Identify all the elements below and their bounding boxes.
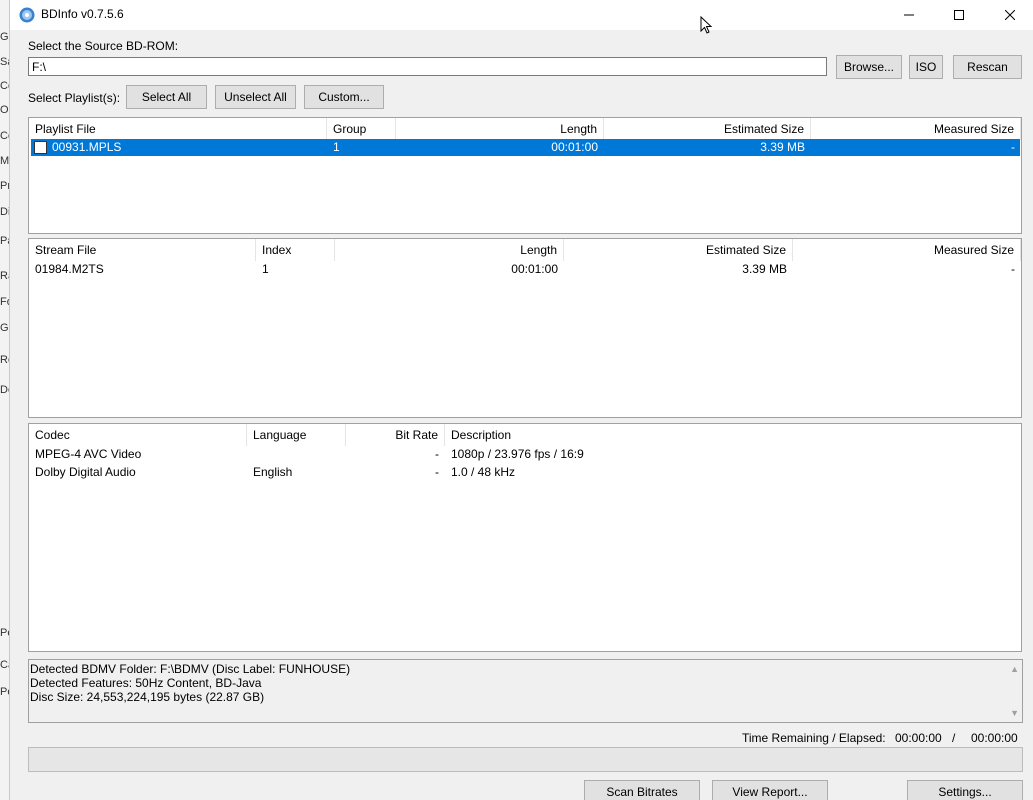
bg-fragment: Sa: [0, 56, 9, 68]
column-header-language[interactable]: Language: [247, 424, 346, 446]
browse-button[interactable]: Browse...: [836, 55, 902, 79]
column-header-codec[interactable]: Codec: [29, 424, 247, 446]
bg-fragment: Pr: [0, 180, 10, 192]
codec-cell[interactable]: Dolby Digital Audio: [29, 464, 247, 481]
log-line: Detected Features: 50Hz Content, BD-Java: [30, 676, 262, 690]
measured-size-cell: -: [1011, 140, 1015, 154]
source-path-input[interactable]: [28, 57, 827, 76]
maximize-button[interactable]: [936, 0, 982, 30]
bg-fragment: Ge: [0, 31, 9, 43]
view-report-button[interactable]: View Report...: [712, 780, 828, 800]
language-cell[interactable]: English: [247, 464, 346, 481]
bit-rate-cell[interactable]: -: [346, 464, 445, 481]
bg-fragment: Pe: [0, 627, 9, 639]
bg-fragment: De: [0, 384, 9, 396]
mouse-cursor-icon: [700, 16, 712, 34]
description-cell[interactable]: 1080p / 23.976 fps / 16:9: [445, 446, 1021, 463]
scan-bitrates-button[interactable]: Scan Bitrates: [584, 780, 700, 800]
close-button[interactable]: [987, 0, 1033, 30]
scroll-down-icon[interactable]: ▼: [1010, 708, 1019, 718]
scroll-up-icon[interactable]: ▲: [1010, 664, 1019, 674]
column-header-length[interactable]: Length: [396, 118, 604, 140]
length-cell: 00:01:00: [551, 140, 598, 154]
description-cell[interactable]: 1.0 / 48 kHz: [445, 464, 1021, 481]
disc-icon: [19, 7, 35, 23]
close-icon: [1005, 10, 1015, 20]
bg-fragment: Ca: [0, 659, 9, 671]
length-cell[interactable]: 00:01:00: [335, 261, 564, 278]
column-header-measured-size[interactable]: Measured Size: [793, 239, 1021, 261]
bg-fragment: Pa: [0, 235, 9, 247]
maximize-icon: [954, 10, 964, 20]
bg-fragment: Or: [0, 104, 9, 116]
column-header-estimated-size[interactable]: Estimated Size: [604, 118, 811, 140]
column-header-playlist-file[interactable]: Playlist File: [29, 118, 327, 140]
time-remaining-label: Time Remaining / Elapsed:: [742, 731, 886, 745]
stream-table[interactable]: Stream File Index Length Estimated Size …: [28, 238, 1022, 418]
column-header-description[interactable]: Description: [445, 424, 1021, 446]
measured-size-cell[interactable]: -: [793, 261, 1021, 278]
column-header-index[interactable]: Index: [256, 239, 335, 261]
bg-fragment: Me: [0, 155, 10, 167]
minimize-icon: [904, 14, 914, 16]
column-header-length[interactable]: Length: [335, 239, 564, 261]
bg-fragment: Fo: [0, 296, 9, 308]
stream-file-cell[interactable]: 01984.M2TS: [29, 261, 256, 278]
time-remaining-value: 00:00:00: [895, 731, 942, 745]
codec-table[interactable]: Codec Language Bit Rate Description MPEG…: [28, 423, 1022, 652]
bg-fragment: Pe: [0, 686, 9, 698]
language-cell[interactable]: [247, 446, 346, 463]
index-cell[interactable]: 1: [256, 261, 335, 278]
bit-rate-cell[interactable]: -: [346, 446, 445, 463]
settings-button[interactable]: Settings...: [907, 780, 1023, 800]
bg-fragment: Ra: [0, 270, 9, 282]
rescan-button[interactable]: Rescan: [953, 55, 1022, 79]
playlists-label: Select Playlist(s):: [28, 91, 121, 105]
column-header-stream-file[interactable]: Stream File: [29, 239, 256, 261]
bg-fragment: Ge: [0, 322, 9, 334]
column-header-estimated-size[interactable]: Estimated Size: [564, 239, 793, 261]
column-header-group[interactable]: Group: [327, 118, 396, 140]
custom-button[interactable]: Custom...: [304, 85, 384, 109]
codec-cell[interactable]: MPEG-4 AVC Video: [29, 446, 247, 463]
estimated-size-cell: 3.39 MB: [760, 140, 805, 154]
source-label: Select the Source BD-ROM:: [28, 39, 179, 53]
time-elapsed-value: 00:00:00: [971, 731, 1018, 745]
estimated-size-cell[interactable]: 3.39 MB: [564, 261, 793, 278]
log-line: Detected BDMV Folder: F:\BDMV (Disc Labe…: [30, 662, 351, 676]
log-line: Disc Size: 24,553,224,195 bytes (22.87 G…: [30, 690, 265, 704]
group-cell: 1: [333, 140, 340, 154]
scan-progress-bar: [28, 747, 1023, 772]
playlist-file-cell: 00931.MPLS: [52, 140, 122, 154]
select-all-button[interactable]: Select All: [126, 85, 207, 109]
bg-fragment: Re: [0, 354, 9, 366]
title-bar[interactable]: BDInfo v0.7.5.6: [10, 0, 1033, 34]
time-separator: /: [952, 731, 956, 745]
minimize-button[interactable]: [886, 0, 932, 30]
bdinfo-window: BDInfo v0.7.5.6 Select the Source BD-ROM…: [10, 0, 1033, 800]
bg-fragment: Co: [0, 130, 9, 142]
bg-fragment: Co: [0, 80, 9, 92]
window-title: BDInfo v0.7.5.6: [41, 7, 124, 21]
iso-button[interactable]: ISO: [909, 55, 943, 79]
background-window-strip: Ge Sa Co Or Co Me Pr Di Pa Ra Fo Ge Re D…: [0, 0, 10, 800]
unselect-all-button[interactable]: Unselect All: [215, 85, 296, 109]
playlist-table[interactable]: Playlist File Group Length Estimated Siz…: [28, 117, 1022, 234]
status-log-textarea[interactable]: Detected BDMV Folder: F:\BDMV (Disc Labe…: [28, 659, 1023, 723]
column-header-measured-size[interactable]: Measured Size: [811, 118, 1021, 140]
bg-fragment: Di: [0, 206, 10, 218]
column-header-bit-rate[interactable]: Bit Rate: [346, 424, 445, 446]
